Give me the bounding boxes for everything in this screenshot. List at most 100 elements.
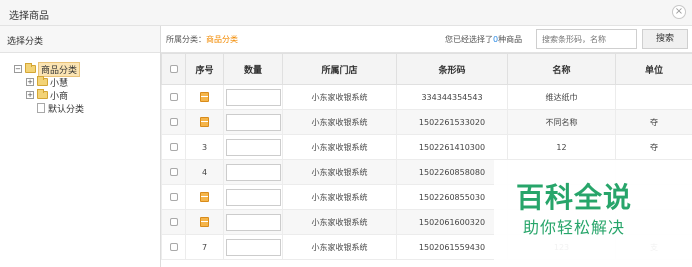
select-all-checkbox[interactable] xyxy=(169,64,178,73)
quantity-input[interactable] xyxy=(225,113,281,131)
unit-cell xyxy=(615,84,692,110)
folder-icon xyxy=(37,89,48,99)
quantity-input[interactable] xyxy=(225,163,281,181)
barcode-cell: 1502261410300 xyxy=(396,134,508,160)
quantity-cell xyxy=(223,159,283,185)
column-header: 所属门店 xyxy=(282,53,397,85)
quantity-cell xyxy=(223,84,283,110)
store-cell: 小东家收银系统 xyxy=(282,84,397,110)
tree-node-xiaohui[interactable]: + 小慧 xyxy=(26,76,68,89)
tree-node-xiaoshang[interactable]: + 小商 xyxy=(26,89,68,102)
gift-icon xyxy=(200,192,209,202)
row-checkbox[interactable] xyxy=(169,118,178,126)
quantity-cell xyxy=(223,234,283,260)
seq-cell xyxy=(185,209,224,235)
quantity-input[interactable] xyxy=(225,188,281,206)
row-select-cell[interactable] xyxy=(161,234,186,260)
category-indicator: 所属分类：商品分类 xyxy=(166,34,238,45)
quantity-cell xyxy=(223,134,283,160)
quantity-input[interactable] xyxy=(225,138,281,156)
watermark: 百科全说 助你轻松解决 xyxy=(494,160,692,267)
seq-cell xyxy=(185,184,224,210)
row-checkbox[interactable] xyxy=(169,168,178,176)
row-checkbox[interactable] xyxy=(169,193,178,201)
row-checkbox[interactable] xyxy=(169,143,178,151)
barcode-cell: 334344354543 xyxy=(396,84,508,110)
selection-summary: 您已经选择了0种商品 xyxy=(445,34,522,45)
row-select-cell[interactable] xyxy=(161,209,186,235)
search-button[interactable]: 搜索 xyxy=(642,29,688,49)
filter-toolbar: 所属分类：商品分类 您已经选择了0种商品 搜索 xyxy=(161,26,692,53)
seq-cell: 4 xyxy=(185,159,224,185)
seq-cell xyxy=(185,109,224,135)
barcode-cell: 1502260855030 xyxy=(396,184,508,210)
selection-prefix: 您已经选择了 xyxy=(445,35,493,44)
column-header: 序号 xyxy=(185,53,224,85)
watermark-subtitle: 助你轻松解决 xyxy=(523,218,626,237)
tree-node-root[interactable]: − 商品分类 xyxy=(14,61,81,77)
gift-icon xyxy=(200,217,209,227)
store-cell: 小东家收银系统 xyxy=(282,184,397,210)
tree-node-default[interactable]: 默认分类 xyxy=(37,102,84,115)
folder-icon xyxy=(37,76,48,86)
table-row[interactable]: 小东家收银系统 334344354543 维达纸巾 xyxy=(161,84,692,110)
name-cell: 维达纸巾 xyxy=(507,84,616,110)
gift-icon xyxy=(200,92,209,102)
name-cell: 12 xyxy=(507,134,616,160)
seq-cell: 3 xyxy=(185,134,224,160)
column-header: 数量 xyxy=(223,53,283,85)
barcode-cell: 1502061600320 xyxy=(396,209,508,235)
row-checkbox[interactable] xyxy=(169,93,178,101)
quantity-cell xyxy=(223,209,283,235)
watermark-title: 百科全说 xyxy=(516,181,633,214)
store-cell: 小东家收银系统 xyxy=(282,209,397,235)
table-header-row: 序号 数量 所属门店 条形码 名称 单位 xyxy=(161,53,692,85)
column-header: 单位 xyxy=(615,53,692,85)
selection-suffix: 种商品 xyxy=(498,35,523,44)
barcode-cell: 1502061559430 xyxy=(396,234,508,260)
expand-toggle-icon[interactable]: + xyxy=(26,78,34,86)
quantity-input[interactable] xyxy=(225,238,281,256)
barcode-cell: 1502261533020 xyxy=(396,109,508,135)
dialog-titlebar: 选择商品 × xyxy=(0,0,692,26)
category-panel-header: 选择分类 xyxy=(0,26,160,53)
row-select-cell[interactable] xyxy=(161,184,186,210)
category-panel: 选择分类 − 商品分类 + 小慧 + 小商 默认分类 xyxy=(0,26,161,267)
unit-cell: 夺 xyxy=(615,109,692,135)
unit-cell: 夺 xyxy=(615,134,692,160)
category-tree: − 商品分类 + 小慧 + 小商 默认分类 xyxy=(0,53,160,115)
quantity-input[interactable] xyxy=(225,88,281,106)
tree-label[interactable]: 小商 xyxy=(50,89,68,102)
column-header: 条形码 xyxy=(396,53,508,85)
select-all-header[interactable] xyxy=(161,53,186,85)
store-cell: 小东家收银系统 xyxy=(282,159,397,185)
row-select-cell[interactable] xyxy=(161,134,186,160)
table-row[interactable]: 3 小东家收银系统 1502261410300 12 夺 xyxy=(161,134,692,160)
seq-cell: 7 xyxy=(185,234,224,260)
tree-label[interactable]: 商品分类 xyxy=(38,61,81,77)
table-row[interactable]: 小东家收银系统 1502261533020 不同名称夺 xyxy=(161,109,692,135)
file-icon xyxy=(37,103,45,113)
category-value: 商品分类 xyxy=(206,35,238,44)
expand-toggle-icon[interactable]: + xyxy=(26,91,34,99)
row-checkbox[interactable] xyxy=(169,218,178,226)
row-select-cell[interactable] xyxy=(161,109,186,135)
close-icon[interactable]: × xyxy=(672,5,686,19)
tree-label[interactable]: 小慧 xyxy=(50,76,68,89)
store-cell: 小东家收银系统 xyxy=(282,234,397,260)
row-checkbox[interactable] xyxy=(169,243,178,251)
store-cell: 小东家收银系统 xyxy=(282,134,397,160)
quantity-input[interactable] xyxy=(225,213,281,231)
category-label: 所属分类： xyxy=(166,35,206,44)
store-cell: 小东家收银系统 xyxy=(282,109,397,135)
quantity-cell xyxy=(223,109,283,135)
gift-icon xyxy=(200,117,209,127)
search-input[interactable] xyxy=(536,29,637,49)
row-select-cell[interactable] xyxy=(161,84,186,110)
collapse-toggle-icon[interactable]: − xyxy=(14,65,22,73)
tree-label[interactable]: 默认分类 xyxy=(48,102,84,115)
row-select-cell[interactable] xyxy=(161,159,186,185)
name-cell: 不同名称 xyxy=(507,109,616,135)
dialog-title: 选择商品 xyxy=(9,11,49,22)
folder-icon xyxy=(25,63,36,73)
